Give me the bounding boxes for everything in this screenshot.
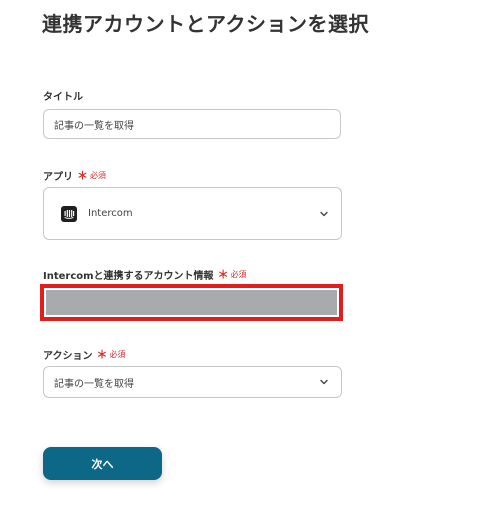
required-text: 必須 [90,170,106,180]
title-input[interactable]: 記事の一覧を取得 [43,109,341,139]
app-select[interactable]: Intercom [43,187,342,240]
required-text: 必須 [109,349,126,359]
app-field-label: アプリ ＊ 必須 [43,167,106,183]
action-select[interactable]: 記事の一覧を取得 [43,366,342,398]
account-select[interactable] [40,284,343,321]
title-field-label-text: タイトル [43,92,83,103]
required-mark: ＊ [217,268,229,281]
action-field-label: アクション ＊ 必須 [43,346,126,362]
chevron-down-icon [319,377,329,387]
account-field-label-text: Intercomと連携するアカウント情報 [43,270,214,282]
action-select-value: 記事の一覧を取得 [54,378,134,390]
required-text: 必須 [230,269,247,279]
title-field-label: タイトル [43,88,83,103]
required-mark: ＊ [96,348,108,361]
required-mark: ＊ [77,169,88,182]
account-field-label: Intercomと連携するアカウント情報 ＊ 必須 [43,266,247,282]
page-title: 連携アカウントとアクションを選択 [42,12,369,36]
masked-account-value [46,290,337,315]
app-select-value: Intercom [88,208,133,219]
title-input-value: 記事の一覧を取得 [54,120,134,132]
intercom-icon [61,205,77,222]
action-field-label-text: アクション [43,350,93,362]
chevron-down-icon [319,209,329,219]
next-button[interactable]: 次へ [43,447,162,480]
app-field-label-text: アプリ [43,171,73,183]
